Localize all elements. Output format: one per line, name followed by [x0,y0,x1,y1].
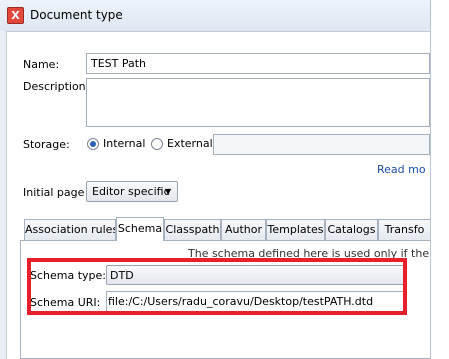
document-type-dialog: X Document type Name: TEST Path Descript… [0,0,431,359]
initial-page-label: Initial page [23,186,85,199]
tab-schema[interactable]: Schema [116,217,164,241]
tab-classpath[interactable]: Classpath [164,219,221,240]
tab-association-rules[interactable]: Association rules [24,219,116,240]
initial-page-value: Editor specific [92,185,170,198]
schema-uri-label: Schema URI: [30,296,101,309]
storage-external-label[interactable]: External [167,137,213,150]
external-storage-field[interactable] [213,134,430,155]
storage-label: Storage: [23,138,70,151]
schema-uri-field[interactable]: file:/C:/Users/radu_coravu/Desktop/testP… [106,291,406,312]
schema-type-select[interactable]: DTD [106,265,406,285]
tab-transformation[interactable]: Transfo [378,219,430,240]
tab-catalogs[interactable]: Catalogs [325,219,378,240]
app-icon: X [7,7,24,24]
schema-uri-value: file:/C:/Users/radu_coravu/Desktop/testP… [108,295,374,308]
schema-info-text: The schema defined here is used only if … [188,247,430,260]
description-field[interactable] [86,78,430,127]
name-label: Name: [23,58,60,71]
description-label: Description: [23,80,90,93]
name-field-value: TEST Path [91,57,147,70]
schema-type-label: Schema type: [30,269,107,282]
schema-type-value: DTD [110,269,134,282]
window-title: Document type [30,8,123,22]
tab-author[interactable]: Author [221,219,266,240]
name-field[interactable]: TEST Path [86,53,430,74]
read-more-link[interactable]: Read mo [377,163,426,176]
initial-page-select[interactable]: Editor specific ▼ [86,181,178,202]
tab-templates[interactable]: Templates [266,219,325,240]
storage-internal-label[interactable]: Internal [103,137,145,150]
storage-external-radio[interactable] [151,138,163,150]
title-bar[interactable]: X Document type [0,0,430,31]
chevron-down-icon: ▼ [165,187,172,196]
storage-internal-radio[interactable] [87,138,99,150]
